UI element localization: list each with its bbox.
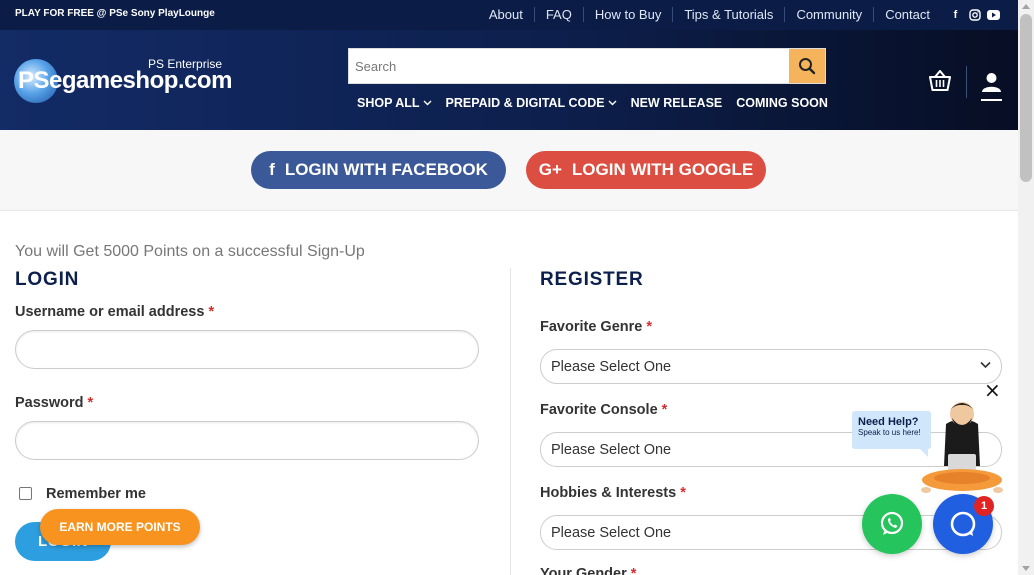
search-button[interactable] xyxy=(789,49,825,83)
column-divider xyxy=(510,268,511,575)
chat-bubble-icon xyxy=(950,511,976,537)
password-field[interactable] xyxy=(15,421,479,460)
search-icon xyxy=(799,58,816,75)
top-link-tips-tutorials[interactable]: Tips & Tutorials xyxy=(673,7,786,22)
console-select-value: Please Select One xyxy=(551,441,672,458)
support-agent-illustration[interactable] xyxy=(920,396,1004,500)
youtube-icon[interactable] xyxy=(987,8,1000,21)
password-label: Password * xyxy=(15,395,93,411)
nav-shop-all-label: SHOP ALL xyxy=(357,96,420,110)
help-title: Need Help? xyxy=(858,416,919,428)
gender-label-text: Your Gender xyxy=(540,566,627,575)
remember-me-label[interactable]: Remember me xyxy=(46,486,146,502)
top-link-about[interactable]: About xyxy=(478,7,535,22)
remember-me-checkbox[interactable] xyxy=(19,487,32,500)
username-field[interactable] xyxy=(15,330,479,369)
required-mark: * xyxy=(680,485,686,501)
main-header: PS Enterprise PSegameshop.com SHOP ALL P… xyxy=(0,30,1018,130)
genre-label-text: Favorite Genre xyxy=(540,319,643,335)
login-facebook-button[interactable]: f LOGIN WITH FACEBOOK xyxy=(251,151,506,189)
login-google-button[interactable]: G+ LOGIN WITH GOOGLE xyxy=(526,151,766,189)
username-label: Username or email address * xyxy=(15,304,214,320)
username-label-text: Username or email address xyxy=(15,304,205,320)
facebook-icon: f xyxy=(269,160,275,179)
login-facebook-label: LOGIN WITH FACEBOOK xyxy=(284,160,488,179)
required-mark: * xyxy=(630,566,637,575)
required-mark: * xyxy=(87,395,94,411)
search-input[interactable] xyxy=(349,49,789,83)
hobbies-select-value: Please Select One xyxy=(551,524,672,541)
cart-icon[interactable] xyxy=(928,69,952,96)
social-links: f xyxy=(949,8,1000,21)
scroll-down-arrow-icon[interactable] xyxy=(1022,566,1030,571)
logo-name: PSegameshop.com xyxy=(18,67,232,94)
scrollbar-thumb[interactable] xyxy=(1020,14,1032,182)
points-note: You will Get 5000 Points on a successful… xyxy=(15,243,365,260)
account-underline xyxy=(981,99,1002,101)
top-link-contact[interactable]: Contact xyxy=(874,7,941,22)
register-title: REGISTER xyxy=(540,269,644,290)
chat-notification-badge: 1 xyxy=(974,496,994,516)
instagram-icon[interactable] xyxy=(968,8,981,21)
chevron-down-icon xyxy=(980,361,991,369)
facebook-icon[interactable]: f xyxy=(949,8,962,21)
console-label-text: Favorite Console xyxy=(540,402,658,418)
top-link-how-to-buy[interactable]: How to Buy xyxy=(584,7,674,22)
nav-prepaid-digital[interactable]: PREPAID & DIGITAL CODE xyxy=(446,96,617,110)
page-scrollbar[interactable] xyxy=(1018,0,1034,575)
top-link-community[interactable]: Community xyxy=(785,7,875,22)
hobbies-label: Hobbies & Interests * xyxy=(540,485,686,501)
whatsapp-icon xyxy=(880,511,904,535)
hobbies-label-text: Hobbies & Interests xyxy=(540,485,677,501)
login-google-label: LOGIN WITH GOOGLE xyxy=(571,160,754,179)
required-mark: * xyxy=(208,304,215,320)
main-nav: SHOP ALL PREPAID & DIGITAL CODE NEW RELE… xyxy=(357,96,828,110)
site-logo[interactable]: PS Enterprise PSegameshop.com xyxy=(14,57,232,107)
nav-prepaid-digital-label: PREPAID & DIGITAL CODE xyxy=(445,96,605,110)
google-plus-icon: G+ xyxy=(538,160,562,179)
whatsapp-button[interactable] xyxy=(862,494,922,554)
header-divider xyxy=(966,66,967,98)
gender-label: Your Gender * xyxy=(540,566,636,575)
login-title: LOGIN xyxy=(15,269,80,290)
required-mark: * xyxy=(646,319,653,335)
top-nav: About FAQ How to Buy Tips & Tutorials Co… xyxy=(478,7,1000,22)
chevron-down-icon xyxy=(608,100,617,106)
scroll-up-arrow-icon[interactable] xyxy=(1022,4,1030,9)
nav-coming-soon[interactable]: COMING SOON xyxy=(736,96,828,110)
top-link-faq[interactable]: FAQ xyxy=(535,7,584,22)
top-bar: PLAY FOR FREE @ PSe Sony PlayLounge Abou… xyxy=(0,0,1018,30)
chevron-down-icon xyxy=(423,100,432,106)
console-label: Favorite Console * xyxy=(540,402,667,418)
search-box xyxy=(348,48,826,84)
genre-label: Favorite Genre * xyxy=(540,319,652,335)
promo-text[interactable]: PLAY FOR FREE @ PSe Sony PlayLounge xyxy=(15,8,215,19)
nav-shop-all[interactable]: SHOP ALL xyxy=(357,96,432,110)
help-subtitle: Speak to us here! xyxy=(858,428,921,437)
social-login-band: f LOGIN WITH FACEBOOK G+ LOGIN WITH GOOG… xyxy=(0,130,1018,211)
earn-more-points-button[interactable]: EARN MORE POINTS xyxy=(40,509,200,545)
nav-new-release[interactable]: NEW RELEASE xyxy=(631,96,723,110)
genre-select-value: Please Select One xyxy=(551,358,672,375)
genre-select[interactable]: Please Select One xyxy=(540,349,1002,384)
required-mark: * xyxy=(661,402,668,418)
password-label-text: Password xyxy=(15,395,84,411)
user-account-icon[interactable] xyxy=(981,72,1002,96)
